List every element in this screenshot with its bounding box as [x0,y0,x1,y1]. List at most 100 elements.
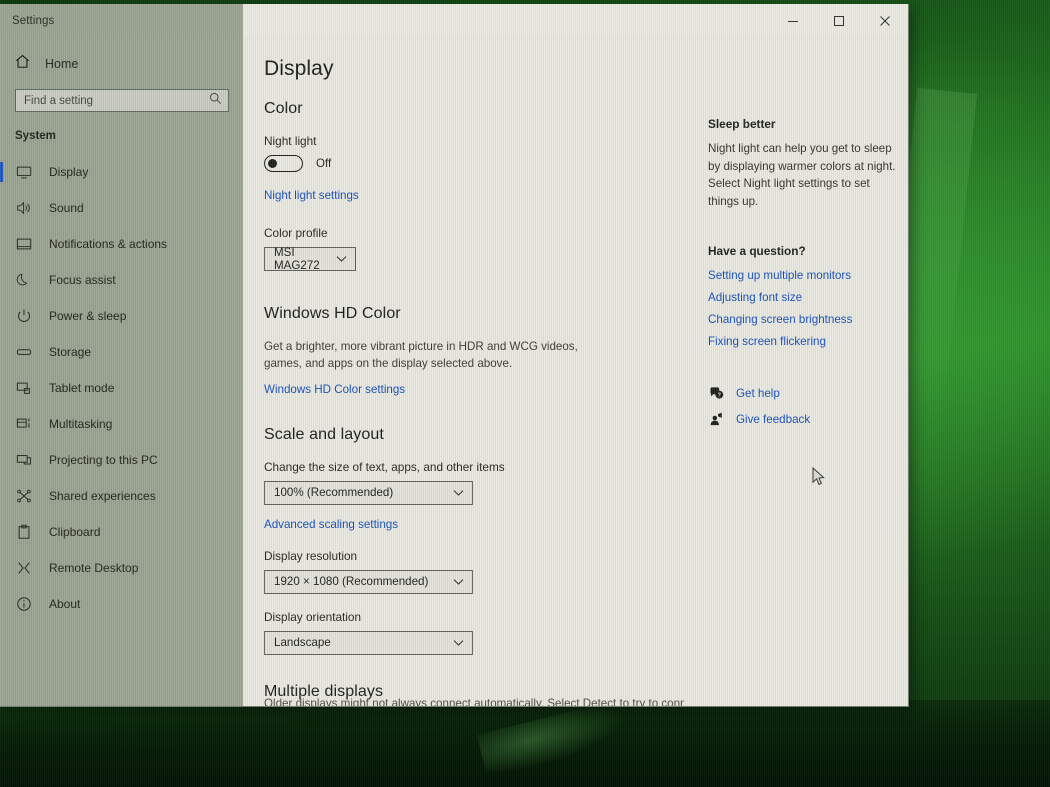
night-light-settings-link[interactable]: Night light settings [264,189,359,202]
sidebar-item-remote-desktop[interactable]: Remote Desktop [0,550,243,586]
night-light-toggle-row: Off [264,155,688,172]
sidebar-item-label: Multitasking [49,417,113,431]
titlebar-left-region: Settings [0,4,243,37]
aside-link-screen-flickering[interactable]: Fixing screen flickering [708,335,908,348]
sidebar-item-label: Projecting to this PC [49,453,158,467]
orientation-dropdown[interactable]: Landscape [264,630,473,655]
aside-links: Setting up multiple monitors Adjusting f… [708,269,908,348]
home-label: Home [45,57,79,71]
moon-icon [15,271,33,289]
hd-color-description: Get a brighter, more vibrant picture in … [264,340,578,370]
sidebar-item-focus-assist[interactable]: Focus assist [0,262,243,298]
window-body: Home System Display [0,37,908,706]
scale-label: Change the size of text, apps, and other… [264,459,505,474]
sidebar-item-notifications[interactable]: Notifications & actions [0,226,243,262]
color-profile-label: Color profile [264,226,328,240]
window-titlebar[interactable]: Settings [0,4,908,37]
remote-desktop-icon [15,559,33,577]
settings-aside-column: Sleep better Night light can help you ge… [688,37,908,706]
settings-content-column: Display Color Night light Off Night ligh… [243,37,688,706]
resolution-dropdown[interactable]: 1920 × 1080 (Recommended) [264,569,473,594]
aside-heading-sleep: Sleep better [708,117,776,131]
sidebar-item-multitasking[interactable]: Multitasking [0,406,243,442]
color-profile-dropdown[interactable]: MSI MAG272 [264,246,356,272]
sidebar-item-sound[interactable]: Sound [0,190,243,226]
sidebar-item-label: Display [49,165,89,179]
aside-link-font-size[interactable]: Adjusting font size [708,291,908,304]
home-icon [14,53,31,75]
sidebar-item-clipboard[interactable]: Clipboard [0,514,243,550]
aside-link-multiple-monitors[interactable]: Setting up multiple monitors [708,269,908,282]
drive-icon [15,343,33,361]
power-icon [15,307,33,325]
sidebar-item-power-sleep[interactable]: Power & sleep [0,298,243,334]
info-icon [15,595,33,613]
help-bubble-icon: ? [708,385,724,401]
desktop-wallpaper: Settings Home Find a setting System Disp… [0,0,1050,787]
aside-link-screen-brightness[interactable]: Changing screen brightness [708,313,908,326]
search-container [0,89,243,112]
search-icon[interactable] [209,92,222,110]
hd-color-settings-link[interactable]: Windows HD Color settings [264,383,405,396]
get-help-action[interactable]: ? Get help [708,385,908,401]
sidebar-item-label: Focus assist [49,273,116,287]
sidebar-item-label: Remote Desktop [49,561,139,575]
settings-sidebar: Home System Display [0,37,243,706]
orientation-value: Landscape [274,636,331,650]
aside-heading-question: Have a question? [708,244,806,259]
resolution-label: Display resolution [264,548,358,563]
sidebar-item-label: Tablet mode [49,381,115,395]
feedback-icon [708,411,724,427]
get-help-label: Get help [736,386,780,400]
give-feedback-action[interactable]: Give feedback [708,411,908,427]
chevron-down-icon [453,578,464,586]
sidebar-item-shared-experiences[interactable]: Shared experiences [0,478,243,514]
share-icon [15,487,33,505]
night-light-toggle[interactable] [264,155,303,172]
scale-value: 100% (Recommended) [274,486,394,500]
orientation-label: Display orientation [264,609,362,624]
section-heading-hd-color: Windows HD Color [264,305,401,322]
maximize-button[interactable] [816,4,862,37]
resolution-value: 1920 × 1080 (Recommended) [274,575,429,589]
sidebar-item-home[interactable]: Home [0,45,243,83]
multitasking-icon [15,415,33,433]
window-controls [243,4,908,37]
aside-text-sleep: Night light can help you get to sleep by… [708,142,896,208]
sidebar-item-label: About [49,597,81,611]
night-light-label: Night light [264,134,317,148]
search-input[interactable] [24,94,203,107]
sidebar-item-label: Clipboard [49,525,101,539]
settings-window: Settings Home Find a setting System Disp… [0,4,909,707]
sidebar-item-display[interactable]: Display [0,154,243,190]
sidebar-item-storage[interactable]: Storage [0,334,243,370]
mouse-cursor [812,466,826,492]
page-title: Display [264,57,334,80]
projection-icon [15,451,33,469]
multiple-displays-cutoff-text: Older displays might not always connect … [264,697,684,706]
section-heading-scale-layout: Scale and layout [264,425,384,443]
sidebar-item-label: Notifications & actions [49,237,168,251]
notification-icon [15,235,33,253]
sidebar-item-label: Storage [49,345,92,359]
svg-text:?: ? [717,393,720,399]
close-button[interactable] [862,4,908,37]
search-box[interactable] [15,89,229,112]
chevron-down-icon [336,255,347,263]
minimize-button[interactable] [770,4,816,37]
sidebar-item-projecting[interactable]: Projecting to this PC [0,442,243,478]
chevron-down-icon [453,489,464,497]
sidebar-group-label: System [15,130,56,142]
night-light-state: Off [316,157,332,170]
scale-dropdown[interactable]: 100% (Recommended) [264,480,473,505]
tablet-icon [15,379,33,397]
color-profile-value: MSI MAG272 [274,246,320,272]
advanced-scaling-link[interactable]: Advanced scaling settings [264,518,398,531]
sidebar-item-label: Shared experiences [49,489,156,503]
chevron-down-icon [453,639,464,647]
sidebar-item-label: Power & sleep [49,309,127,323]
sidebar-item-tablet-mode[interactable]: Tablet mode [0,370,243,406]
section-heading-color: Color [264,100,303,117]
sidebar-item-about[interactable]: About [0,586,243,622]
sidebar-item-label: Sound [49,201,84,215]
